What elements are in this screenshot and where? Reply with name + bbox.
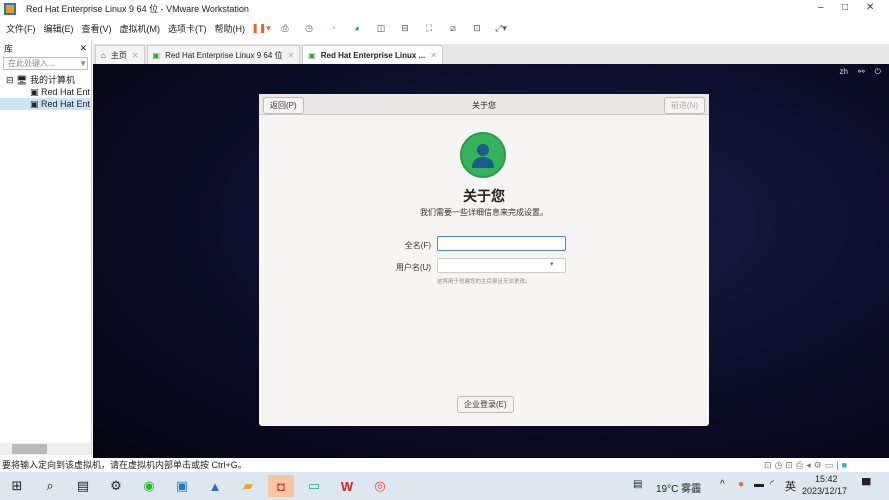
chevron-down-icon[interactable]: ▼ <box>79 59 87 68</box>
remote-desktop-icon[interactable]: ▭ <box>301 475 327 497</box>
library-title: 库 <box>4 43 14 54</box>
library-horizontal-scrollbar[interactable] <box>0 443 91 455</box>
notes-icon[interactable]: ■ <box>842 460 850 470</box>
wps-icon[interactable]: W <box>334 475 360 497</box>
library-search-input[interactable]: 在此处键入... ▼ <box>3 57 88 70</box>
title-bar: Red Hat Enterprise Linux 9 64 位 - VMware… <box>0 0 889 17</box>
vm-icon: ▣ <box>308 50 316 60</box>
language-indicator[interactable]: zh <box>840 67 848 76</box>
settings-icon[interactable]: ⚙ <box>103 475 129 497</box>
wifi-icon[interactable]: ◜ <box>770 479 774 490</box>
snapshot-icon[interactable]: ◷ <box>301 21 317 35</box>
enterprise-login-button[interactable]: 企业登录(E) <box>457 396 514 413</box>
search-icon[interactable]: ⌕ <box>37 475 63 497</box>
library-close-button[interactable]: ✕ <box>79 43 87 54</box>
username-input[interactable] <box>437 258 566 273</box>
windows-start-icon[interactable]: ⊞ <box>4 475 30 497</box>
tab-close-icon[interactable]: ✕ <box>132 51 139 60</box>
vm-icon: ▣ <box>152 50 161 60</box>
battery-icon[interactable]: ▬ <box>754 479 764 490</box>
show-library-icon[interactable]: ◫ <box>373 21 389 35</box>
full-screen-icon[interactable]: ⛶ <box>421 21 437 35</box>
snapshot-manager-icon[interactable]: ◕ <box>349 21 365 35</box>
tab-vm-1[interactable]: ▣ Red Hat Enterprise Linux 9 64 位 ✕ <box>146 45 301 64</box>
taskbar: ⊞ ⌕ ▤ ⚙ ◉ ▣ ▲ ▰ ◘ ▭ W ◎ ▤ 19°C 雾霾 ^ ● ▬ … <box>0 472 889 500</box>
wechat-icon[interactable]: ◉ <box>136 475 162 497</box>
dialog-title: 关于您 <box>472 101 496 110</box>
minimize-button[interactable]: – <box>818 2 824 13</box>
menu-vm[interactable]: 虚拟机(M) <box>120 22 161 35</box>
menu-bar: 文件(F) 编辑(E) 查看(V) 虚拟机(M) 选项卡(T) 帮助(H) ❚❚… <box>0 17 889 39</box>
next-button[interactable]: 前进(N) <box>663 97 705 114</box>
fullname-input[interactable] <box>437 236 566 251</box>
page-subtitle: 我们需要一些详细信息来完成设置。 <box>420 208 548 217</box>
tray-chevron-icon[interactable]: ^ <box>720 479 725 490</box>
file-explorer-icon[interactable]: ▰ <box>235 475 261 497</box>
revert-snapshot-icon[interactable]: ◔ <box>325 21 341 35</box>
menu-help[interactable]: 帮助(H) <box>215 22 246 35</box>
task-view-icon[interactable]: ▤ <box>70 475 96 497</box>
username-hint: 这将用于创建您的主目录且无法更改。 <box>437 279 531 285</box>
vmware-icon[interactable]: ▣ <box>169 475 195 497</box>
window-title: Red Hat Enterprise Linux 9 64 位 - VMware… <box>26 4 249 14</box>
tab-close-icon[interactable]: ✕ <box>288 51 295 60</box>
unity-icon[interactable]: ⧄ <box>445 21 461 35</box>
tree-vm-1[interactable]: ▣ Red Hat Ent <box>0 86 91 98</box>
menu-view[interactable]: 查看(V) <box>82 22 112 35</box>
app-icon[interactable]: ▲ <box>202 475 228 497</box>
menu-edit[interactable]: 编辑(E) <box>44 22 74 35</box>
console-icon[interactable]: ⊡ <box>469 21 485 35</box>
username-label: 用户名(U) <box>395 263 431 272</box>
tab-vm-2[interactable]: ▣ Red Hat Enterprise Linux ... ✕ <box>302 45 443 64</box>
tree-vm-2[interactable]: ▣ Red Hat Ent <box>0 98 91 110</box>
maximize-button[interactable]: □ <box>842 2 848 13</box>
library-panel: 库 ✕ 在此处键入... ▼ ⊟ 🖥 我的计算机 ▣ Red Hat Ent ▣ R… <box>0 41 92 457</box>
status-bar: 要将输入定向到该虚拟机，请在虚拟机内部单击或按 Ctrl+G。 <box>0 458 889 472</box>
send-ctrl-alt-del-icon[interactable]: ⎙ <box>277 21 293 35</box>
page-heading: 关于您 <box>463 188 505 204</box>
pause-icon[interactable]: ❚❚▾ <box>251 21 271 35</box>
fullname-label: 全名(F) <box>404 241 431 250</box>
power-icon[interactable]: ⏻ <box>875 67 881 76</box>
vmware-logo-icon <box>4 2 16 15</box>
weather-icon[interactable]: ▤ <box>633 479 642 490</box>
tree-my-computer[interactable]: ⊟ 🖥 我的计算机 <box>0 74 91 86</box>
tab-close-icon[interactable]: ✕ <box>430 51 437 60</box>
tab-label: Red Hat Enterprise Linux 9 64 位 <box>165 50 283 60</box>
tray-app-icon[interactable]: ● <box>738 479 744 490</box>
tree-label: Red Hat Ent <box>41 87 91 97</box>
app-icon-active[interactable]: ◘ <box>268 475 294 497</box>
network-icon[interactable]: ⚯ <box>858 67 865 76</box>
menu-file[interactable]: 文件(F) <box>6 22 36 35</box>
weather-text[interactable]: 19°C 雾霾 <box>656 480 701 495</box>
menu-tabs[interactable]: 选项卡(T) <box>168 22 207 35</box>
tab-label: Red Hat Enterprise Linux ... <box>320 50 426 60</box>
close-button[interactable]: ✕ <box>866 2 874 13</box>
clock-date[interactable]: 2023/12/17 <box>802 486 847 496</box>
chrome-icon[interactable]: ◎ <box>367 475 393 497</box>
avatar-icon[interactable] <box>460 132 506 178</box>
chevron-down-icon[interactable]: ▾ <box>550 260 554 268</box>
search-placeholder: 在此处键入... <box>8 59 55 68</box>
tab-label: 主页 <box>110 50 127 60</box>
clock-time[interactable]: 15:42 <box>815 474 838 484</box>
home-icon: ⌂ <box>101 50 106 60</box>
notification-icon[interactable]: ▀ <box>862 478 871 492</box>
thumbnail-bar-icon[interactable]: ⊟ <box>397 21 413 35</box>
tree-label: 我的计算机 <box>29 75 75 85</box>
tree-label: Red Hat Ent <box>41 99 91 109</box>
device-status-icons[interactable]: ⊡◷⊡⎙◂⚙▭|■ <box>764 460 850 471</box>
tab-home[interactable]: ⌂ 主页 ✕ <box>95 45 145 64</box>
about-you-dialog: 返回(P) 关于您 前进(N) 关于您 我们需要一些详细信息来完成设置。 全名(… <box>259 94 709 426</box>
tab-bar: ⌂ 主页 ✕ ▣ Red Hat Enterprise Linux 9 64 位 ✕ ▣… <box>93 44 889 64</box>
stretch-icon[interactable]: ⤢▾ <box>493 21 509 35</box>
ime-indicator[interactable]: 英 <box>785 478 796 494</box>
